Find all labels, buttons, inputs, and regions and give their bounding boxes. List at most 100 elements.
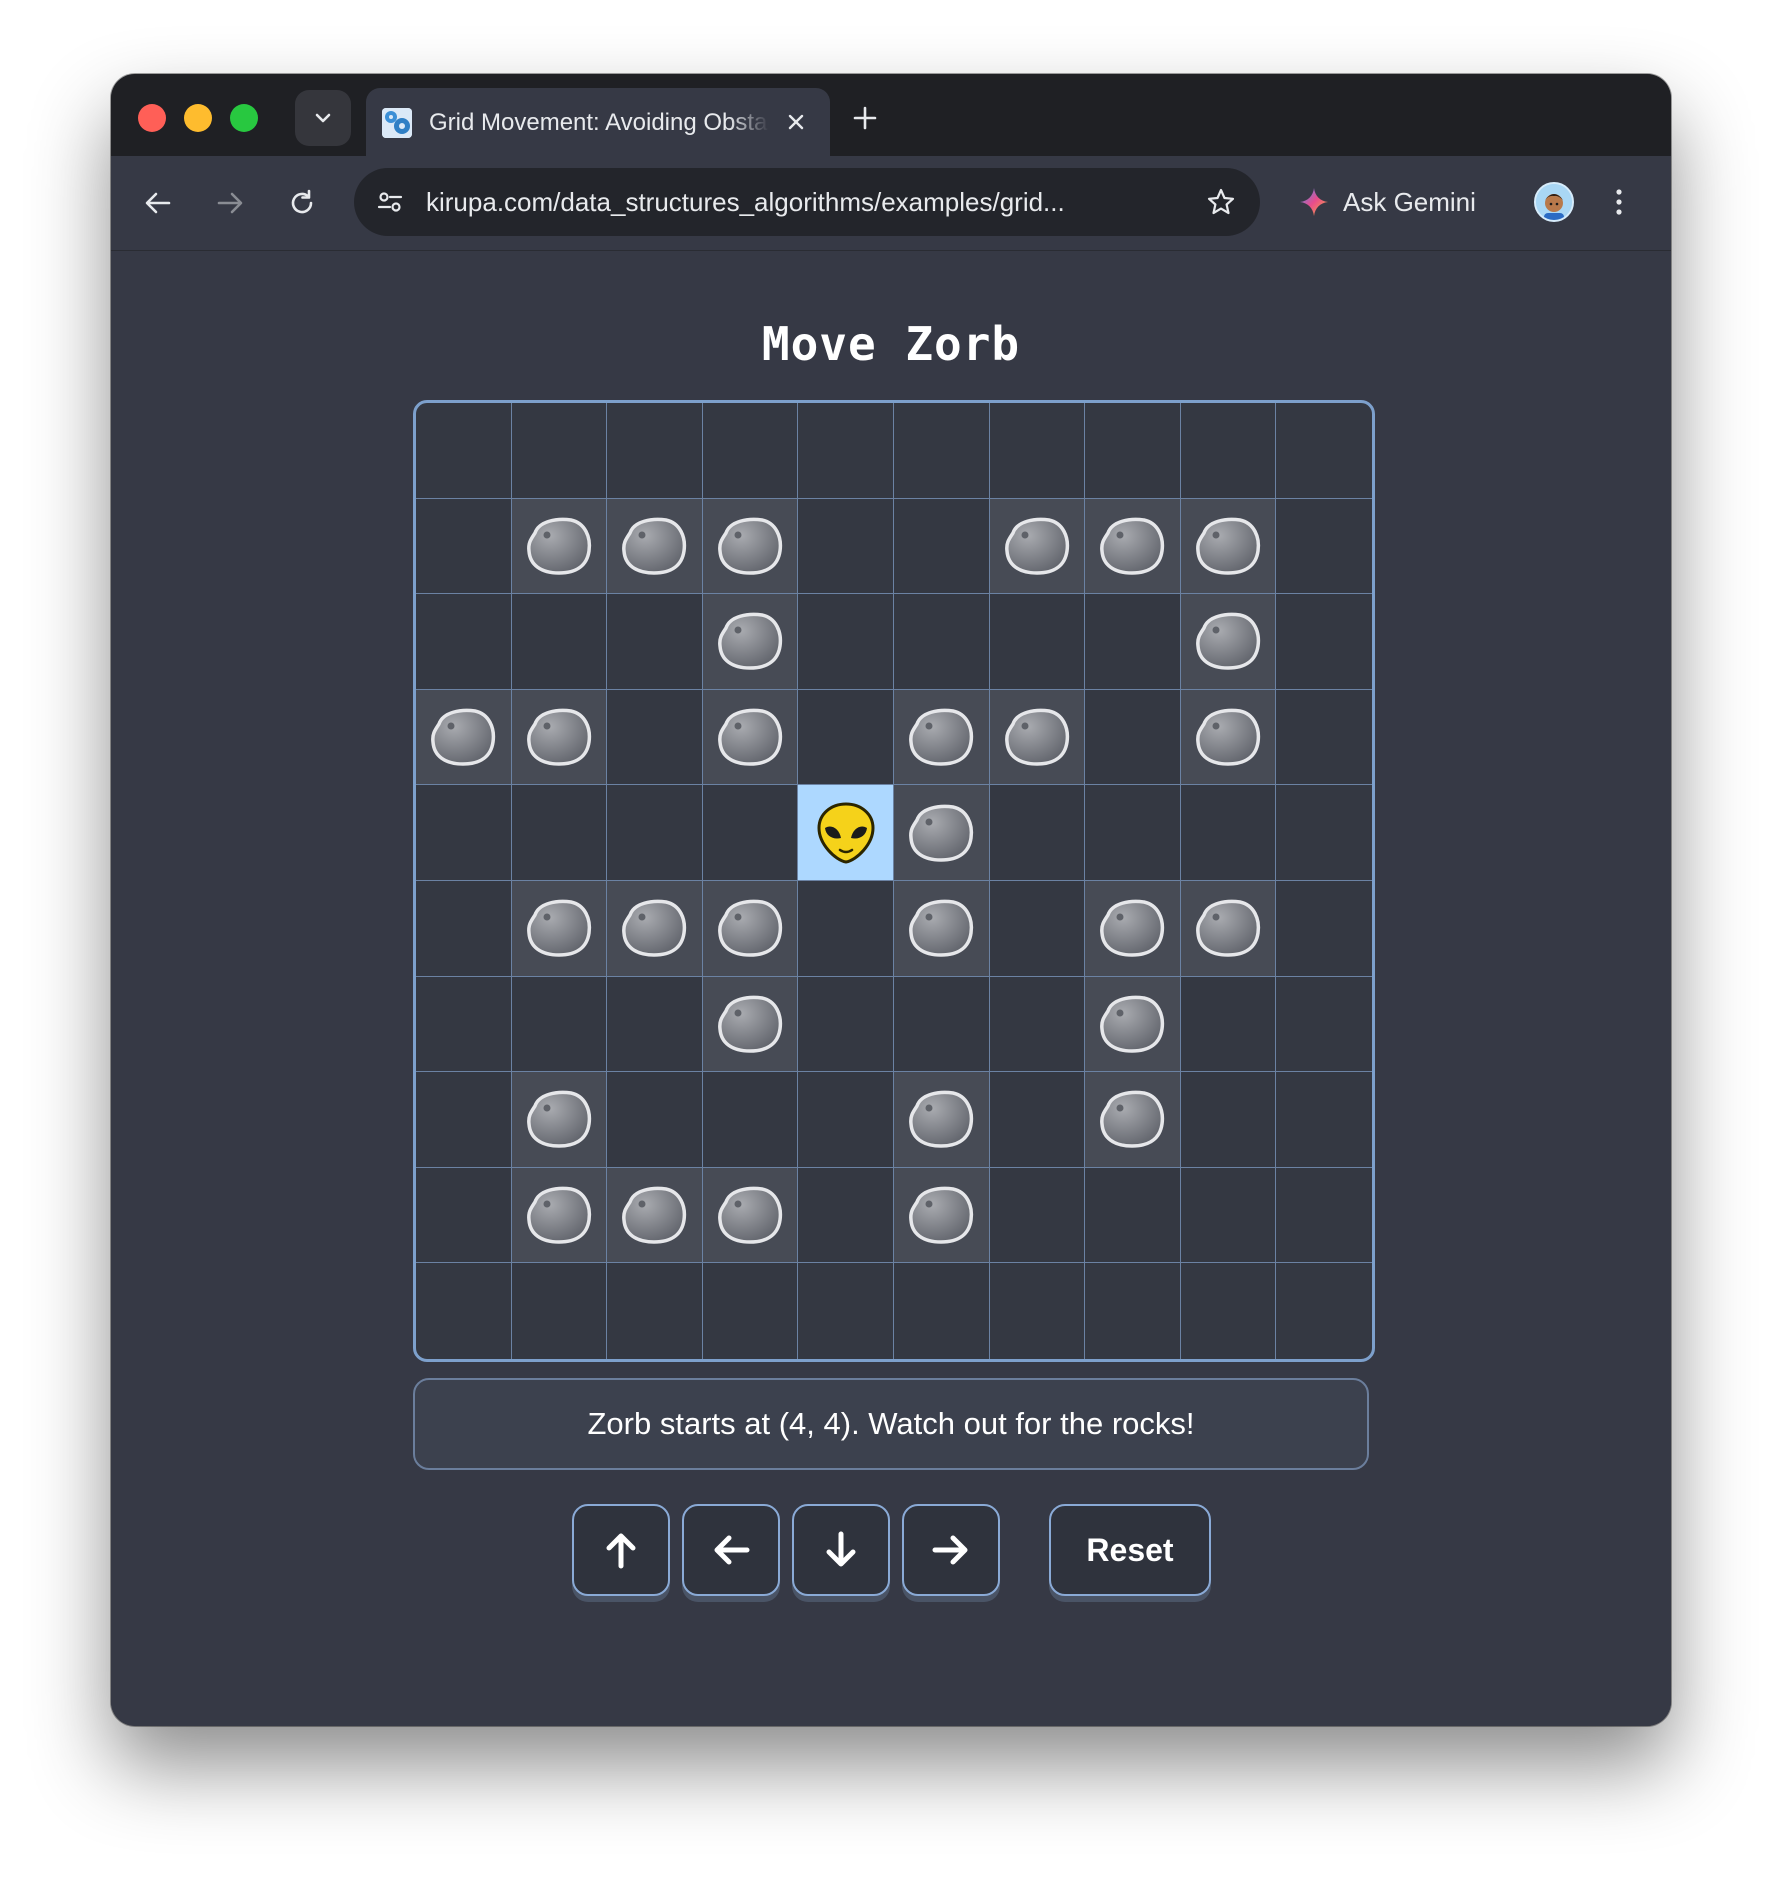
up-arrow-icon bbox=[606, 1533, 636, 1569]
grid-cell bbox=[894, 1263, 990, 1359]
tab-active[interactable]: Grid Movement: Avoiding Obstacles bbox=[366, 88, 830, 156]
move-up-button[interactable] bbox=[572, 1504, 670, 1596]
site-favicon-icon bbox=[382, 108, 412, 138]
bookmark-star-icon[interactable] bbox=[1203, 184, 1239, 220]
rock-cell bbox=[893, 1167, 990, 1264]
rock-cell bbox=[416, 689, 512, 786]
grid-cell bbox=[511, 403, 608, 499]
rock-icon bbox=[526, 1186, 592, 1244]
profile-avatar[interactable] bbox=[1534, 182, 1574, 222]
grid-cell bbox=[989, 1072, 1086, 1168]
grid-cell bbox=[1085, 1263, 1181, 1359]
rock-cell bbox=[1180, 880, 1277, 977]
grid-cell bbox=[416, 498, 512, 595]
grid-cell bbox=[893, 403, 990, 499]
grid-cell bbox=[1276, 1168, 1372, 1264]
grid-cell bbox=[607, 1263, 703, 1359]
new-tab-button[interactable] bbox=[849, 102, 881, 134]
address-bar[interactable]: kirupa.com/data_structures_algorithms/ex… bbox=[354, 168, 1260, 236]
zorb-cell bbox=[798, 785, 894, 881]
rock-icon bbox=[718, 517, 783, 575]
rock-icon bbox=[622, 1186, 687, 1244]
grid-cell bbox=[511, 594, 608, 690]
tab-title: Grid Movement: Avoiding Obstacles bbox=[429, 109, 769, 136]
rock-icon bbox=[718, 708, 783, 766]
rock-cell bbox=[702, 1167, 799, 1264]
rock-icon bbox=[909, 1091, 974, 1149]
grid-cell bbox=[798, 880, 894, 977]
grid-cell bbox=[1180, 976, 1277, 1073]
grid-cell bbox=[1276, 403, 1372, 499]
grid-cell bbox=[798, 498, 894, 595]
reset-button[interactable]: Reset bbox=[1049, 1504, 1211, 1596]
grid-cell bbox=[1085, 403, 1181, 499]
rock-cell bbox=[893, 689, 990, 786]
tab-strip: Grid Movement: Avoiding Obstacles bbox=[111, 74, 1671, 156]
grid-cell bbox=[702, 1072, 799, 1168]
rock-cell bbox=[893, 880, 990, 977]
browser-menu-button[interactable] bbox=[1609, 182, 1629, 222]
more-vertical-icon bbox=[1616, 189, 1622, 215]
grid-cell bbox=[416, 976, 512, 1073]
rock-cell bbox=[893, 1072, 990, 1168]
ask-gemini-label: Ask Gemini bbox=[1343, 186, 1476, 217]
move-down-button[interactable] bbox=[792, 1504, 890, 1596]
ask-gemini-button[interactable]: Ask Gemini bbox=[1299, 174, 1476, 230]
tab-search-button[interactable] bbox=[295, 90, 351, 146]
rock-icon bbox=[909, 804, 974, 862]
forward-button[interactable] bbox=[207, 180, 253, 226]
rock-icon bbox=[431, 708, 496, 766]
grid-cell bbox=[702, 785, 799, 881]
chevron-down-icon bbox=[315, 113, 331, 123]
site-settings-icon[interactable] bbox=[372, 184, 408, 220]
grid-cell bbox=[1276, 977, 1372, 1073]
rock-icon bbox=[1100, 995, 1165, 1053]
window-maximize-button[interactable] bbox=[230, 104, 258, 132]
grid-cell bbox=[798, 1072, 894, 1168]
grid-cell bbox=[607, 785, 703, 881]
rock-cell bbox=[511, 1072, 608, 1168]
rock-icon bbox=[909, 900, 974, 958]
down-arrow-icon bbox=[826, 1531, 856, 1567]
move-right-button[interactable] bbox=[902, 1504, 1000, 1596]
rock-cell bbox=[511, 1167, 608, 1264]
rock-icon bbox=[622, 900, 687, 958]
rock-cell bbox=[702, 498, 799, 595]
grid-cell bbox=[1085, 594, 1181, 690]
rock-cell bbox=[702, 689, 799, 786]
window-close-button[interactable] bbox=[138, 104, 166, 132]
grid-cell bbox=[1180, 1072, 1277, 1168]
tab-close-icon[interactable] bbox=[782, 108, 810, 136]
reload-button[interactable] bbox=[279, 180, 325, 226]
window-minimize-button[interactable] bbox=[184, 104, 212, 132]
grid-cell bbox=[1276, 881, 1372, 977]
move-left-button[interactable] bbox=[682, 1504, 780, 1596]
grid-cell bbox=[607, 403, 703, 499]
grid-cell bbox=[989, 594, 1086, 690]
grid-cell bbox=[1276, 1263, 1372, 1359]
grid-cell bbox=[702, 403, 799, 499]
rock-cell bbox=[1085, 976, 1181, 1073]
grid-cell bbox=[893, 976, 990, 1073]
grid-cell bbox=[798, 689, 894, 786]
rock-icon bbox=[1100, 1091, 1165, 1149]
back-button[interactable] bbox=[135, 180, 181, 226]
grid-cell bbox=[1276, 1072, 1372, 1168]
alien-icon bbox=[817, 802, 875, 864]
rock-icon bbox=[909, 1186, 974, 1244]
grid-cell bbox=[893, 594, 990, 690]
rock-icon bbox=[718, 613, 783, 671]
grid-cell bbox=[1276, 499, 1372, 595]
reload-icon bbox=[291, 189, 313, 214]
grid-cell bbox=[703, 1263, 799, 1359]
browser-window: Grid Movement: Avoiding Obstacles bbox=[111, 74, 1671, 1726]
rock-icon bbox=[1196, 517, 1261, 575]
rock-cell bbox=[1180, 594, 1277, 690]
grid-cell bbox=[607, 1072, 703, 1168]
rock-icon bbox=[1196, 613, 1261, 671]
back-arrow-icon bbox=[145, 192, 171, 214]
rock-icon bbox=[909, 708, 974, 766]
rock-icon bbox=[622, 517, 687, 575]
rock-icon bbox=[1004, 708, 1070, 766]
rock-icon bbox=[526, 1091, 592, 1149]
